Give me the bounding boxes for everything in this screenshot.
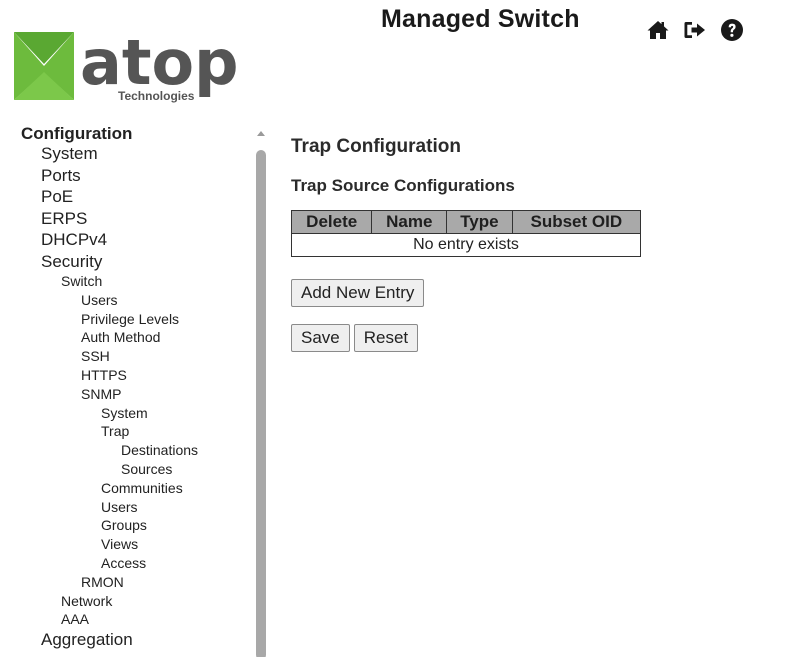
trap-source-table: Delete Name Type Subset OID No entry exi… bbox=[290, 210, 642, 257]
page-title: Trap Configuration bbox=[291, 136, 461, 157]
sidebar-item-privilege-levels[interactable]: Privilege Levels bbox=[0, 309, 270, 328]
sidebar-item-ssh[interactable]: SSH bbox=[0, 346, 270, 365]
sidebar-item-groups[interactable]: Groups bbox=[0, 515, 270, 534]
sidebar-item-sources[interactable]: Sources bbox=[0, 459, 270, 478]
sidebar-item-https[interactable]: HTTPS bbox=[0, 365, 270, 384]
sidebar-item-aaa[interactable]: AAA bbox=[0, 609, 270, 628]
sidebar-item-auth-method[interactable]: Auth Method bbox=[0, 327, 270, 346]
sidebar-item-erps[interactable]: ERPS bbox=[0, 207, 270, 229]
sidebar-item-snmp[interactable]: SNMP bbox=[0, 384, 270, 403]
sidebar-item-snmp-users[interactable]: Users bbox=[0, 497, 270, 516]
empty-table-message: No entry exists bbox=[291, 233, 641, 257]
sidebar-item-access[interactable]: Access bbox=[0, 553, 270, 572]
sidebar-item-network[interactable]: Network bbox=[0, 591, 270, 610]
sidebar-item-poe[interactable]: PoE bbox=[0, 185, 270, 207]
section-title: Trap Source Configurations bbox=[291, 176, 515, 195]
sidebar-item-snmp-system[interactable]: System bbox=[0, 403, 270, 422]
brand-tagline: Technologies bbox=[118, 89, 195, 103]
sidebar-item-system[interactable]: System bbox=[0, 142, 270, 164]
sidebar-item-trap[interactable]: Trap bbox=[0, 421, 270, 440]
scrollbar-thumb[interactable] bbox=[256, 150, 266, 657]
sidebar-item-rmon[interactable]: RMON bbox=[0, 572, 270, 591]
sidebar-item-views[interactable]: Views bbox=[0, 534, 270, 553]
sidebar-item-configuration[interactable]: Configuration bbox=[0, 122, 270, 142]
sidebar-item-ports[interactable]: Ports bbox=[0, 164, 270, 186]
atop-logo: atop Technologies bbox=[10, 24, 260, 106]
logout-icon[interactable] bbox=[683, 18, 707, 42]
table-header-row: Delete Name Type Subset OID bbox=[290, 210, 642, 234]
help-icon[interactable] bbox=[720, 18, 744, 42]
column-header-type: Type bbox=[446, 210, 513, 234]
home-icon[interactable] bbox=[646, 18, 670, 42]
column-header-name: Name bbox=[371, 210, 448, 234]
app-root: atop Technologies Managed Switch Configu… bbox=[0, 0, 806, 657]
sidebar-menu: Configuration System Ports PoE ERPS DHCP… bbox=[0, 122, 270, 650]
sidebar-item-dhcpv4[interactable]: DHCPv4 bbox=[0, 228, 270, 250]
sidebar-item-communities[interactable]: Communities bbox=[0, 478, 270, 497]
column-header-delete: Delete bbox=[290, 210, 373, 234]
form-actions: Save Reset bbox=[291, 324, 641, 352]
logo-graphic: atop Technologies bbox=[14, 26, 238, 103]
sidebar-item-switch[interactable]: Switch bbox=[0, 271, 270, 290]
sidebar-item-aggregation[interactable]: Aggregation bbox=[0, 628, 270, 650]
main-content: Trap Configuration Trap Source Configura… bbox=[290, 136, 642, 352]
save-button[interactable]: Save bbox=[291, 324, 350, 352]
table-row: No entry exists bbox=[291, 233, 641, 257]
app-title: Managed Switch bbox=[381, 5, 580, 33]
sidebar-item-destinations[interactable]: Destinations bbox=[0, 440, 270, 459]
header-icons bbox=[646, 18, 744, 42]
sidebar-nav: Configuration System Ports PoE ERPS DHCP… bbox=[0, 122, 270, 657]
column-header-subset-oid: Subset OID bbox=[511, 210, 642, 234]
sidebar-scrollbar[interactable] bbox=[254, 128, 268, 657]
reset-button[interactable]: Reset bbox=[353, 324, 419, 352]
add-new-entry-button[interactable]: Add New Entry bbox=[291, 279, 425, 307]
scroll-up-arrow-icon[interactable] bbox=[256, 128, 266, 138]
sidebar-item-users[interactable]: Users bbox=[0, 290, 270, 309]
sidebar-item-security[interactable]: Security bbox=[0, 250, 270, 272]
